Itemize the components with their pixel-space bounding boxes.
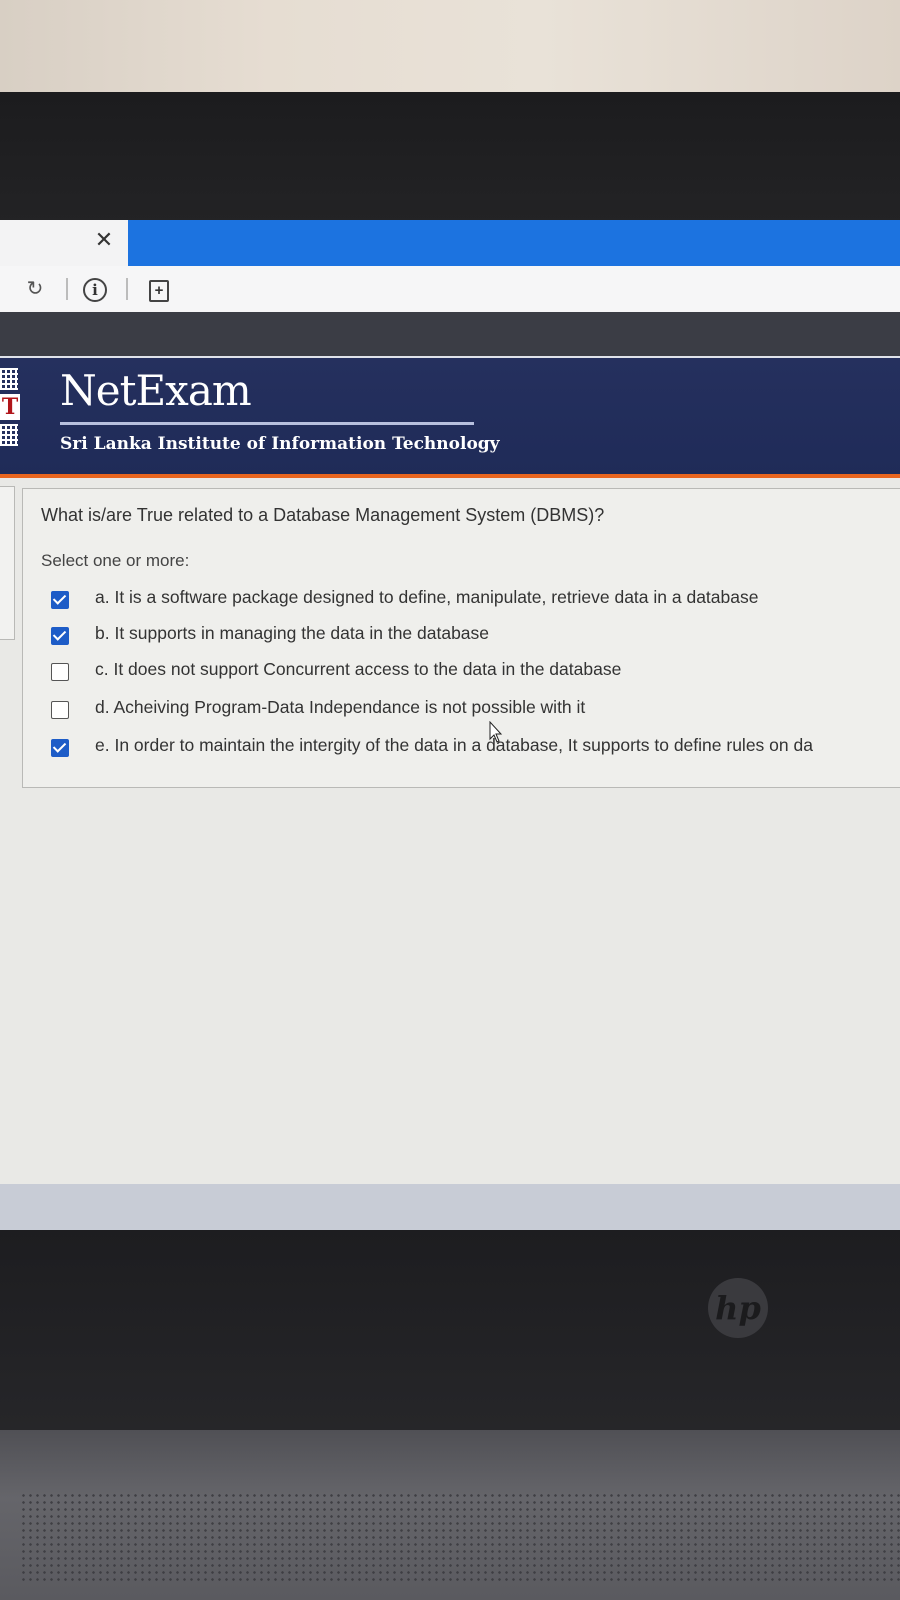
answer-option-e[interactable]: e. In order to maintain the intergity of… bbox=[51, 735, 900, 765]
nav-divider bbox=[66, 278, 68, 300]
hp-logo: hp bbox=[708, 1278, 768, 1338]
answer-checkbox-b[interactable] bbox=[51, 627, 69, 645]
site-info-icon[interactable]: i bbox=[80, 274, 110, 304]
answer-checkbox-e[interactable] bbox=[51, 739, 69, 757]
monitor-bezel-top bbox=[0, 92, 900, 224]
quiz-content: What is/are True related to a Database M… bbox=[0, 478, 900, 1234]
answer-option-b[interactable]: b. It supports in managing the data in t… bbox=[51, 623, 900, 653]
browser-window: ✕ ↻ i + T NetExam Sri Lanka Institute of… bbox=[0, 220, 900, 1234]
browser-tab[interactable]: ✕ bbox=[0, 220, 128, 266]
monitor-bezel-bottom bbox=[0, 1230, 900, 1430]
answer-checkbox-d[interactable] bbox=[51, 701, 69, 719]
answer-label-a: a. It is a software package designed to … bbox=[95, 587, 759, 607]
speaker-grill bbox=[20, 1492, 900, 1582]
question-text: What is/are True related to a Database M… bbox=[41, 505, 605, 525]
site-subtitle: Sri Lanka Institute of Information Techn… bbox=[60, 434, 500, 454]
logo-grid bbox=[0, 424, 18, 446]
logo-letter: T bbox=[0, 394, 20, 420]
title-underline bbox=[60, 422, 474, 425]
answer-checkbox-a[interactable] bbox=[51, 591, 69, 609]
institute-logo: T bbox=[0, 368, 22, 450]
info-icon-glyph: i bbox=[83, 278, 107, 302]
site-title: NetExam bbox=[60, 366, 252, 415]
add-page-icon[interactable]: + bbox=[144, 274, 174, 304]
question-card: What is/are True related to a Database M… bbox=[22, 488, 900, 788]
add-page-icon-glyph: + bbox=[149, 280, 169, 302]
active-tab-highlight bbox=[128, 220, 900, 268]
answer-option-a[interactable]: a. It is a software package designed to … bbox=[51, 587, 900, 617]
answer-label-d: d. Acheiving Program-Data Independance i… bbox=[95, 697, 586, 717]
logo-grid bbox=[0, 368, 18, 390]
quiz-navigation-panel bbox=[0, 486, 15, 640]
window-bottom-edge bbox=[0, 1184, 900, 1234]
refresh-icon[interactable]: ↻ bbox=[20, 274, 50, 304]
answer-label-c: c. It does not support Concurrent access… bbox=[95, 659, 622, 679]
nav-divider bbox=[126, 278, 128, 300]
answer-label-e: e. In order to maintain the intergity of… bbox=[95, 735, 813, 755]
toolbar-band bbox=[0, 312, 900, 356]
close-icon[interactable]: ✕ bbox=[92, 224, 116, 256]
answer-option-d[interactable]: d. Acheiving Program-Data Independance i… bbox=[51, 697, 900, 727]
tab-strip: ✕ bbox=[0, 220, 900, 268]
mouse-cursor-icon bbox=[489, 721, 503, 743]
answer-checkbox-c[interactable] bbox=[51, 663, 69, 681]
answer-prompt: Select one or more: bbox=[41, 551, 190, 570]
answer-option-c[interactable]: c. It does not support Concurrent access… bbox=[51, 659, 900, 689]
navigation-bar: ↻ i + bbox=[0, 266, 900, 312]
wall-background bbox=[0, 0, 900, 98]
site-header: T NetExam Sri Lanka Institute of Informa… bbox=[0, 356, 900, 476]
answer-label-b: b. It supports in managing the data in t… bbox=[95, 623, 490, 643]
